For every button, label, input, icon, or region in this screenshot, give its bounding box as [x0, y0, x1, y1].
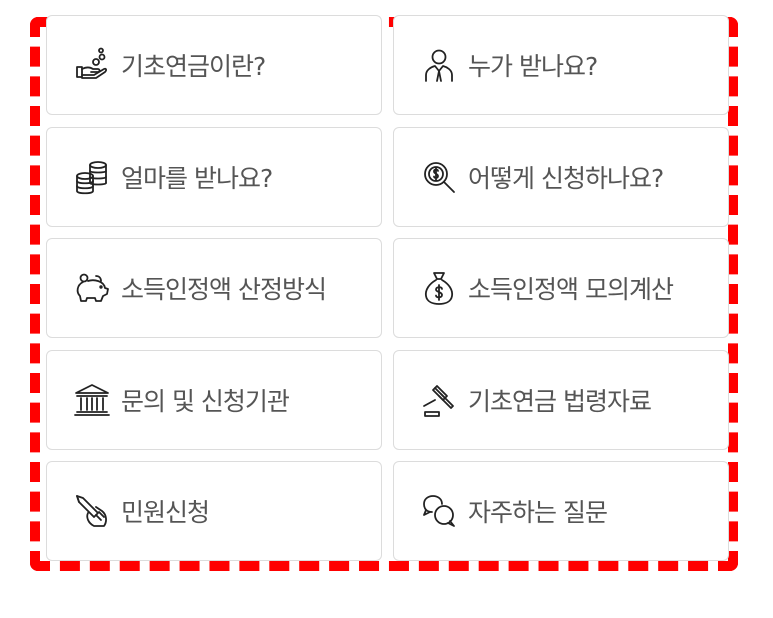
menu-item-label: 어떻게 신청하나요?	[468, 163, 664, 193]
menu-item-label: 소득인정액 산정방식	[121, 275, 327, 304]
menu-item-label: 소득인정액 모의계산	[468, 275, 674, 304]
menu-item-laws-materials[interactable]: 기초연금 법령자료	[393, 349, 729, 450]
gavel-icon	[420, 381, 458, 419]
menu-item-income-calculation-method[interactable]: 소득인정액 산정방식	[46, 238, 382, 338]
dollar-search-icon	[420, 158, 458, 196]
menu-item-label: 기초연금 법령자료	[468, 386, 652, 416]
hand-coins-icon	[73, 46, 111, 84]
person-suit-icon	[420, 46, 458, 84]
menu-item-label: 누가 받나요?	[468, 52, 598, 81]
menu-item-income-simulation[interactable]: 소득인정액 모의계산	[393, 238, 729, 338]
menu-item-label: 기초연금이란?	[121, 52, 266, 81]
menu-item-label: 자주하는 질문	[468, 498, 608, 527]
institution-building-icon	[73, 381, 111, 419]
menu-grid: 기초연금이란? 누가 받나요? 얼마를 받나요? 어떻게 신청하나요? 소득인정…	[46, 15, 729, 561]
menu-item-what-is-basic-pension[interactable]: 기초연금이란?	[46, 15, 382, 115]
piggy-bank-icon	[73, 269, 111, 307]
menu-item-faq[interactable]: 자주하는 질문	[393, 461, 729, 561]
menu-item-label: 얼마를 받나요?	[121, 163, 273, 193]
menu-item-label: 문의 및 신청기관	[121, 386, 290, 416]
pen-hand-icon	[73, 492, 111, 530]
menu-item-civil-petition[interactable]: 민원신청	[46, 461, 382, 561]
money-bag-icon	[420, 269, 458, 307]
chat-bubbles-icon	[420, 492, 458, 530]
menu-item-who-receives[interactable]: 누가 받나요?	[393, 15, 729, 115]
menu-item-label: 민원신청	[121, 498, 210, 527]
coin-stack-icon	[73, 158, 111, 196]
menu-item-how-to-apply[interactable]: 어떻게 신청하나요?	[393, 126, 729, 227]
menu-item-inquiry-agencies[interactable]: 문의 및 신청기관	[46, 349, 382, 450]
menu-item-how-much[interactable]: 얼마를 받나요?	[46, 126, 382, 227]
